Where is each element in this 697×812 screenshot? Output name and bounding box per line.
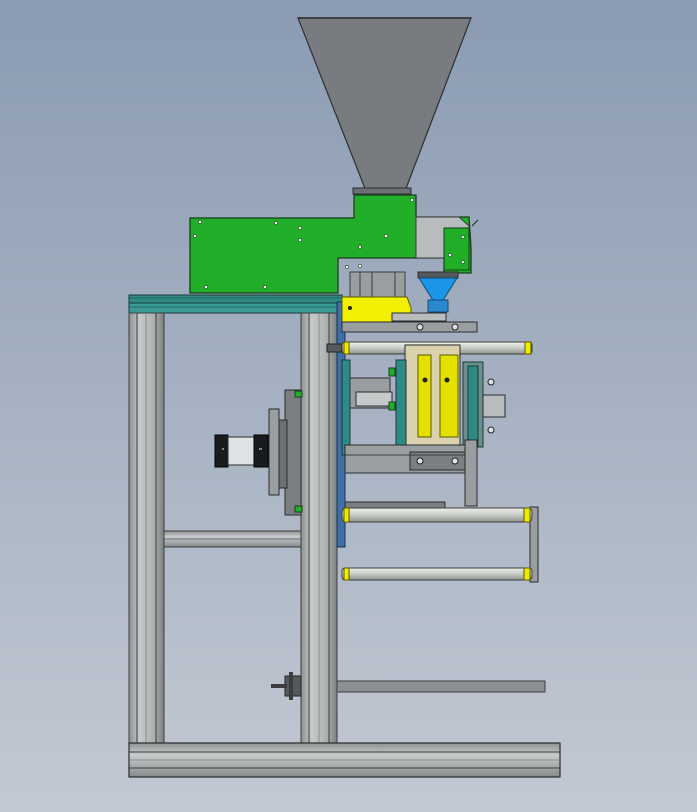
base-frame — [128, 742, 561, 778]
packaging-machine-drawing — [0, 0, 697, 812]
servo-motor-block — [349, 271, 406, 301]
cad-viewport — [0, 0, 697, 812]
